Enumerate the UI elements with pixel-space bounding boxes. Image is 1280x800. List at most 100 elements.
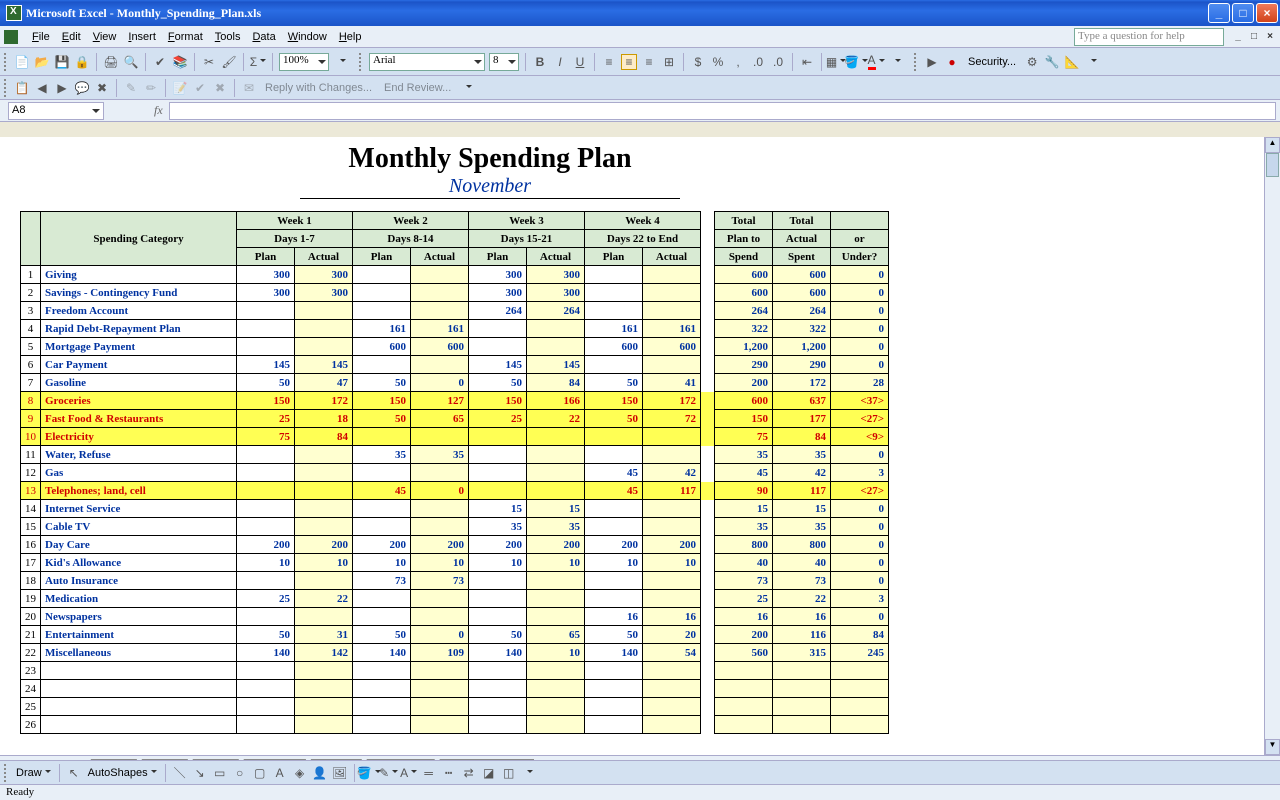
maximize-button[interactable]: □: [1232, 3, 1254, 23]
linestyle-icon[interactable]: ═: [421, 765, 437, 781]
new-icon[interactable]: 📄: [14, 54, 30, 70]
table-row: 6 Car Payment 145145 145145 2902900: [21, 356, 889, 374]
bold-icon[interactable]: B: [532, 54, 548, 70]
research-icon[interactable]: 📚: [172, 54, 188, 70]
menu-bar: FileEditViewInsertFormatToolsDataWindowH…: [0, 26, 1280, 48]
help-search[interactable]: Type a question for help: [1074, 28, 1224, 46]
menu-help[interactable]: Help: [333, 29, 368, 45]
formula-input[interactable]: [169, 102, 1276, 120]
toolbox-icon[interactable]: 🔧: [1044, 54, 1060, 70]
permission-icon[interactable]: 🔒: [74, 54, 90, 70]
mdi-close[interactable]: ×: [1264, 31, 1276, 42]
inc-decimal-icon[interactable]: .0: [750, 54, 766, 70]
table-row: 9 Fast Food & Restaurants 2518 5065 2522…: [21, 410, 889, 428]
fill-color-icon[interactable]: 🪣: [848, 54, 864, 70]
open-icon[interactable]: 📂: [34, 54, 50, 70]
border-icon[interactable]: ▦: [828, 54, 844, 70]
table-row: 15 Cable TV 3535 35350: [21, 518, 889, 536]
vertical-scrollbar[interactable]: ▲ ▼: [1264, 137, 1280, 755]
menu-insert[interactable]: Insert: [122, 29, 162, 45]
scroll-up-icon[interactable]: ▲: [1265, 137, 1280, 153]
currency-icon[interactable]: $: [690, 54, 706, 70]
autosum-icon[interactable]: Σ: [250, 54, 266, 70]
spell-icon[interactable]: ✔: [152, 54, 168, 70]
budget-table[interactable]: Spending Category Week 1Week 2 Week 3Wee…: [20, 211, 889, 734]
menu-data[interactable]: Data: [246, 29, 281, 45]
autoshapes-menu[interactable]: AutoShapes: [86, 767, 159, 779]
select-icon[interactable]: ↖: [66, 765, 82, 781]
drawing-toolbar: Draw ↖ AutoShapes ＼ ↘ ▭ ○ ▢ A ◈ 👤 🖼 🪣 ✎ …: [0, 760, 1280, 784]
arrowstyle-icon[interactable]: ⇄: [461, 765, 477, 781]
fontcolor-icon[interactable]: A: [401, 765, 417, 781]
next-comment-icon[interactable]: ▶: [54, 80, 70, 96]
percent-icon[interactable]: %: [710, 54, 726, 70]
dec-decimal-icon[interactable]: .0: [770, 54, 786, 70]
more-buttons-icon[interactable]: [333, 54, 349, 70]
draw-menu[interactable]: Draw: [14, 767, 53, 779]
prev-comment-icon[interactable]: ◀: [34, 80, 50, 96]
shadow-icon[interactable]: ◪: [481, 765, 497, 781]
menu-view[interactable]: View: [87, 29, 123, 45]
save-icon[interactable]: 💾: [54, 54, 70, 70]
picture-icon[interactable]: 🖼: [332, 765, 348, 781]
security-button[interactable]: Security...: [964, 56, 1020, 68]
name-box[interactable]: A8: [8, 102, 104, 120]
more-macro-icon[interactable]: [1084, 54, 1100, 70]
reject-icon: ✖: [212, 80, 228, 96]
menu-edit[interactable]: Edit: [56, 29, 87, 45]
font-color-icon[interactable]: A: [868, 54, 884, 70]
dashstyle-icon[interactable]: ┅: [441, 765, 457, 781]
more-draw-icon[interactable]: [521, 765, 537, 781]
show-comment-icon[interactable]: 💬: [74, 80, 90, 96]
vbe-icon[interactable]: ⚙: [1024, 54, 1040, 70]
close-button[interactable]: ×: [1256, 3, 1278, 23]
run-macro-icon[interactable]: ▶: [924, 54, 940, 70]
print-icon[interactable]: 🖨: [103, 54, 119, 70]
diagram-icon[interactable]: ◈: [292, 765, 308, 781]
cut-icon[interactable]: ✂: [201, 54, 217, 70]
mdi-minimize[interactable]: _: [1232, 31, 1244, 42]
minimize-button[interactable]: _: [1208, 3, 1230, 23]
underline-icon[interactable]: U: [572, 54, 588, 70]
merge-icon[interactable]: ⊞: [661, 54, 677, 70]
font-combo[interactable]: Arial: [369, 53, 485, 71]
zoom-combo[interactable]: 100%: [279, 53, 329, 71]
align-center-icon[interactable]: ≡: [621, 54, 637, 70]
record-macro-icon[interactable]: ●: [944, 54, 960, 70]
scroll-down-icon[interactable]: ▼: [1265, 739, 1280, 755]
textbox-icon[interactable]: ▢: [252, 765, 268, 781]
worksheet-area[interactable]: Monthly Spending Plan November Spending …: [0, 137, 1280, 755]
clipart-icon[interactable]: 👤: [312, 765, 328, 781]
scroll-thumb[interactable]: [1266, 153, 1279, 177]
status-bar: Ready: [0, 784, 1280, 800]
oval-icon[interactable]: ○: [232, 765, 248, 781]
wordart-icon[interactable]: A: [272, 765, 288, 781]
italic-icon[interactable]: I: [552, 54, 568, 70]
dec-indent-icon[interactable]: ⇤: [799, 54, 815, 70]
fx-icon[interactable]: fx: [154, 103, 163, 118]
align-right-icon[interactable]: ≡: [641, 54, 657, 70]
design-icon[interactable]: 📐: [1064, 54, 1080, 70]
menu-format[interactable]: Format: [162, 29, 209, 45]
align-left-icon[interactable]: ≡: [601, 54, 617, 70]
fill-icon[interactable]: 🪣: [361, 765, 377, 781]
menu-file[interactable]: File: [26, 29, 56, 45]
sheet-subtitle: November: [300, 175, 680, 199]
comma-icon[interactable]: ,: [730, 54, 746, 70]
delete-comment-icon[interactable]: ✖: [94, 80, 110, 96]
linecolor-icon[interactable]: ✎: [381, 765, 397, 781]
more-format-icon[interactable]: [888, 54, 904, 70]
menu-tools[interactable]: Tools: [209, 29, 247, 45]
more-review-icon[interactable]: [459, 80, 475, 96]
rect-icon[interactable]: ▭: [212, 765, 228, 781]
preview-icon[interactable]: 🔍: [123, 54, 139, 70]
line-icon[interactable]: ＼: [172, 765, 188, 781]
new-comment-icon[interactable]: 📋: [14, 80, 30, 96]
paint-icon[interactable]: 🖌: [221, 54, 237, 70]
mdi-restore[interactable]: □: [1248, 31, 1260, 42]
fontsize-combo[interactable]: 8: [489, 53, 519, 71]
3d-icon[interactable]: ◫: [501, 765, 517, 781]
menu-window[interactable]: Window: [282, 29, 333, 45]
arrow-icon[interactable]: ↘: [192, 765, 208, 781]
table-row: 18 Auto Insurance 7373 73730: [21, 572, 889, 590]
